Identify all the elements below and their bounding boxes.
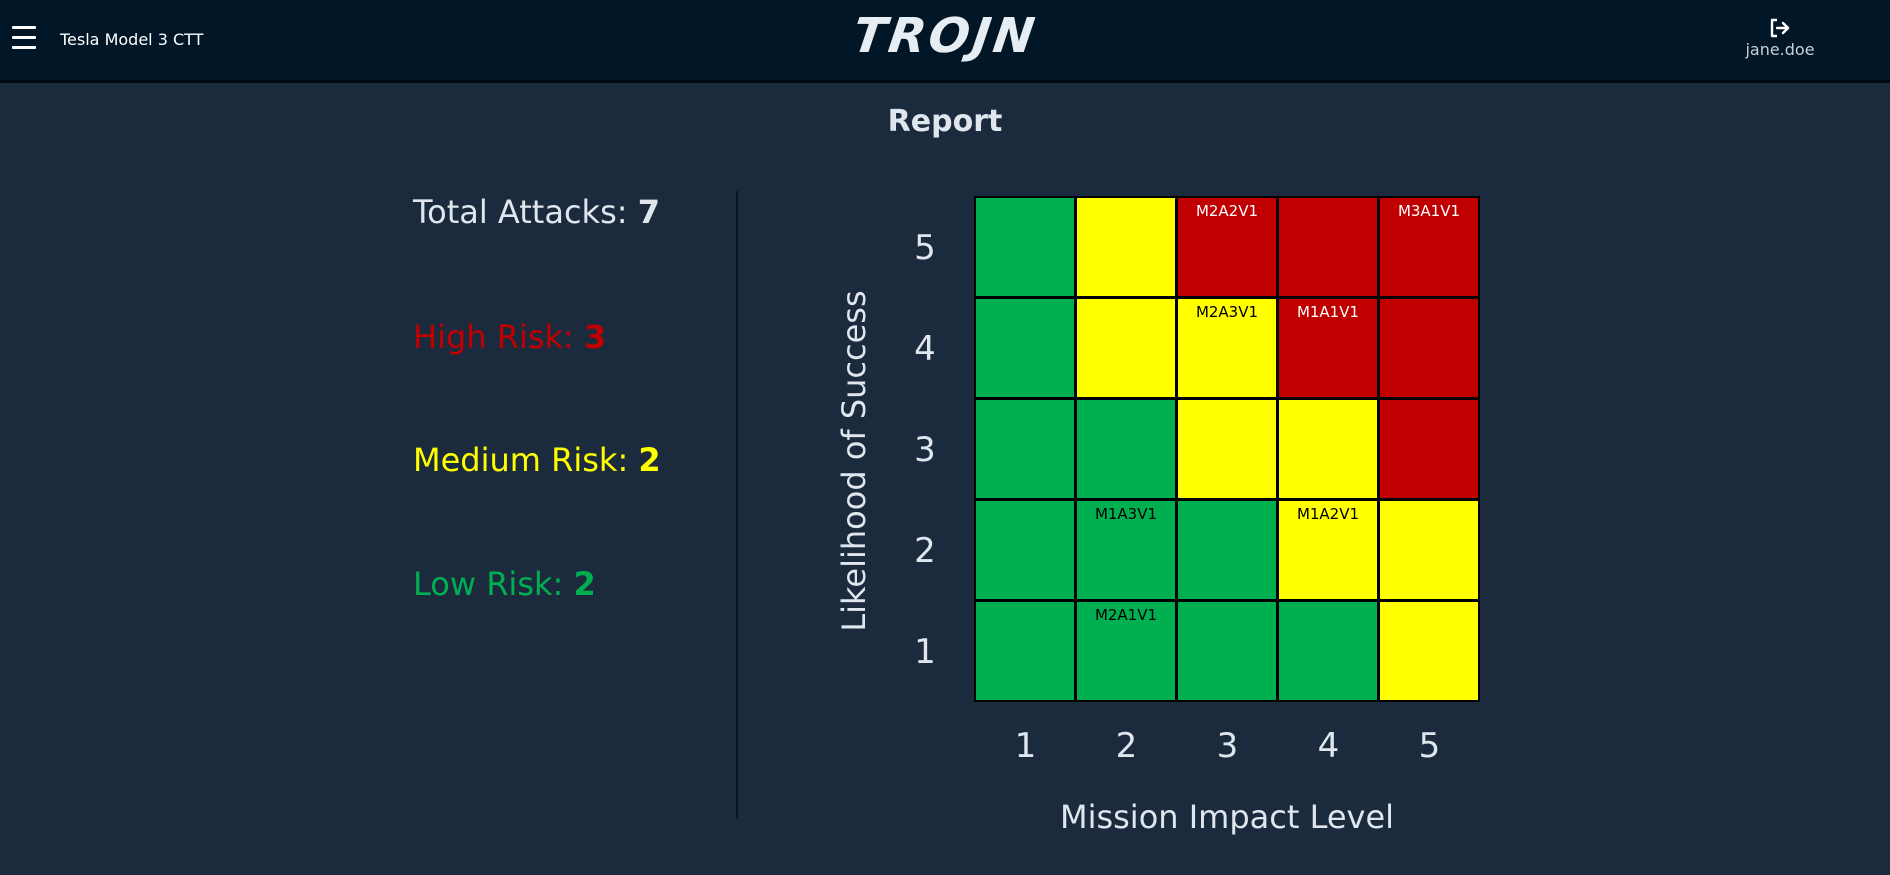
- matrix-cell[interactable]: M1A3V1: [1077, 501, 1175, 599]
- matrix-cell[interactable]: [1178, 400, 1276, 498]
- cell-label: M3A1V1: [1397, 202, 1461, 220]
- x-tick-label: 1: [1014, 726, 1037, 766]
- cell-label: M2A3V1: [1195, 303, 1259, 321]
- matrix-cell[interactable]: [1380, 299, 1478, 397]
- y-tick-label: 5: [914, 228, 936, 268]
- x-tick-label: 3: [1216, 726, 1239, 766]
- matrix-cell[interactable]: M1A2V1: [1279, 501, 1377, 599]
- matrix-cell[interactable]: [1380, 501, 1478, 599]
- matrix-cell[interactable]: [1380, 400, 1478, 498]
- matrix-cell[interactable]: [1077, 299, 1175, 397]
- total-attacks-label: Total Attacks:: [413, 193, 628, 231]
- x-axis-label: Mission Impact Level: [1059, 798, 1395, 836]
- cell-label: M1A3V1: [1094, 505, 1158, 523]
- page-title: Report: [887, 104, 1003, 139]
- cell-label: M1A2V1: [1296, 505, 1360, 523]
- total-attacks-stat: Total Attacks: 7: [413, 193, 660, 231]
- matrix-cell[interactable]: M2A2V1: [1178, 198, 1276, 296]
- top-navigation-bar: Tesla Model 3 CTT TROJN jane.doe: [0, 0, 1890, 83]
- cell-label: M2A1V1: [1094, 606, 1158, 624]
- y-tick-label: 1: [914, 632, 936, 672]
- username: jane.doe: [1745, 40, 1815, 59]
- matrix-cell[interactable]: M2A3V1: [1178, 299, 1276, 397]
- medium-risk-label: Medium Risk:: [413, 441, 629, 479]
- vertical-divider: [736, 191, 738, 819]
- matrix-cell[interactable]: [976, 501, 1074, 599]
- matrix-cell[interactable]: M2A1V1: [1077, 602, 1175, 700]
- matrix-cell[interactable]: [1279, 400, 1377, 498]
- logout-icon: [1770, 18, 1790, 38]
- x-tick-label: 2: [1115, 726, 1138, 766]
- matrix-cell[interactable]: [1279, 602, 1377, 700]
- matrix-cell[interactable]: [1178, 501, 1276, 599]
- matrix-cell[interactable]: M3A1V1: [1380, 198, 1478, 296]
- y-tick-label: 2: [914, 531, 936, 571]
- high-risk-label: High Risk:: [413, 318, 574, 356]
- trojn-logo: TROJN: [849, 8, 1041, 64]
- cell-label: M2A2V1: [1195, 202, 1259, 220]
- total-attacks-value: 7: [637, 193, 660, 231]
- y-axis-label: Likelihood of Success: [835, 290, 873, 632]
- x-tick-label: 5: [1418, 726, 1441, 766]
- matrix-cell[interactable]: [976, 602, 1074, 700]
- low-risk-stat: Low Risk: 2: [413, 565, 596, 603]
- low-risk-label: Low Risk:: [413, 565, 564, 603]
- high-risk-stat: High Risk: 3: [413, 318, 606, 356]
- matrix-cell[interactable]: [976, 198, 1074, 296]
- x-tick-label: 4: [1317, 726, 1340, 766]
- y-tick-label: 4: [914, 329, 936, 369]
- matrix-cell[interactable]: [1279, 198, 1377, 296]
- y-tick-label: 3: [914, 430, 936, 470]
- matrix-cell[interactable]: [1178, 602, 1276, 700]
- logout-button[interactable]: jane.doe: [1735, 18, 1825, 59]
- matrix-cell[interactable]: [1380, 602, 1478, 700]
- matrix-cell[interactable]: [1077, 198, 1175, 296]
- high-risk-value: 3: [584, 318, 607, 356]
- matrix-cell[interactable]: [1077, 400, 1175, 498]
- matrix-cell[interactable]: [976, 299, 1074, 397]
- low-risk-value: 2: [573, 565, 596, 603]
- cell-label: M1A1V1: [1296, 303, 1360, 321]
- risk-matrix: M2A2V1 M3A1V1 M2A3V1 M1A1V1 M1A3V1 M1A2V1 M2A1…: [974, 196, 1480, 702]
- matrix-cell[interactable]: [976, 400, 1074, 498]
- medium-risk-stat: Medium Risk: 2: [413, 441, 661, 479]
- matrix-cell[interactable]: M1A1V1: [1279, 299, 1377, 397]
- medium-risk-value: 2: [638, 441, 661, 479]
